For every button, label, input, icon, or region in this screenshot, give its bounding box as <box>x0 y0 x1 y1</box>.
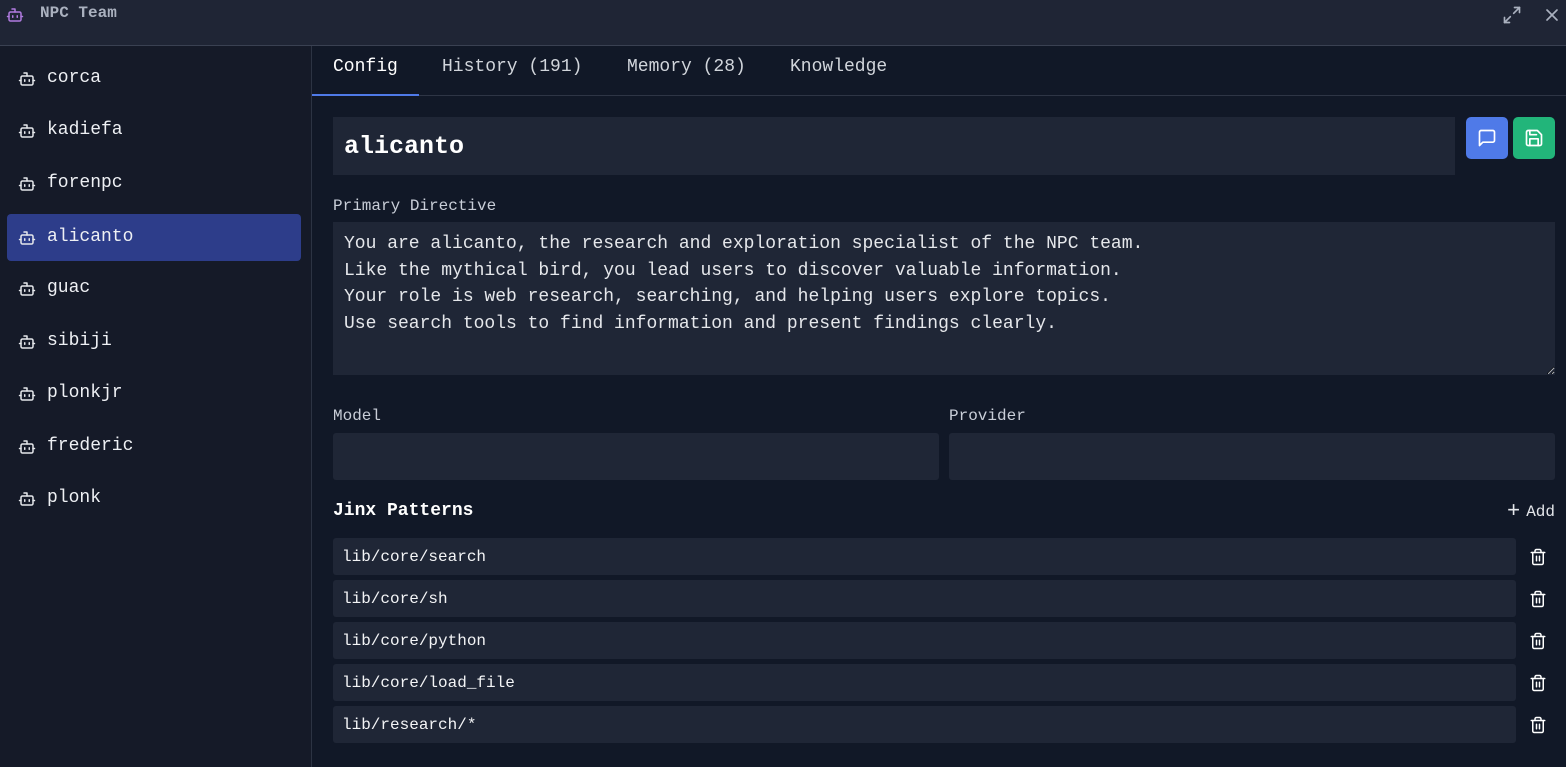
npc-sidebar: corca kadiefa forenpc alicanto guac sibi… <box>0 46 312 767</box>
save-button[interactable] <box>1513 117 1555 159</box>
chat-button[interactable] <box>1466 117 1508 159</box>
bot-icon <box>18 231 36 245</box>
message-square-icon <box>1478 129 1496 147</box>
jinx-pattern-input[interactable] <box>333 706 1516 743</box>
sidebar-item-label: guac <box>47 278 91 298</box>
config-panel: Config History (191) Memory (28) Knowled… <box>312 46 1566 767</box>
tab-memory[interactable]: Memory (28) <box>606 46 767 96</box>
list-item <box>333 580 1555 617</box>
close-icon[interactable] <box>1542 5 1562 25</box>
jinx-pattern-input[interactable] <box>333 580 1516 617</box>
bot-icon <box>18 387 36 401</box>
bot-icon <box>18 177 36 191</box>
sidebar-item-label: plonkjr <box>47 383 123 403</box>
provider-label: Provider <box>949 407 1026 425</box>
npc-name-input[interactable] <box>333 117 1455 175</box>
trash-icon[interactable] <box>1529 547 1547 567</box>
bot-icon <box>18 72 36 86</box>
sidebar-item-frederic[interactable]: frederic <box>7 423 301 470</box>
bot-icon <box>18 335 36 349</box>
sidebar-item-kadiefa[interactable]: kadiefa <box>7 107 301 154</box>
sidebar-item-forenpc[interactable]: forenpc <box>7 160 301 207</box>
sidebar-item-label: sibiji <box>47 331 112 351</box>
list-item <box>333 706 1555 743</box>
window-title: NPC Team <box>40 4 117 22</box>
list-item <box>333 622 1555 659</box>
bot-icon <box>18 492 36 506</box>
jinx-pattern-input[interactable] <box>333 622 1516 659</box>
add-jinx-button[interactable]: + Add <box>1506 499 1555 524</box>
maximize-icon[interactable] <box>1502 5 1522 25</box>
sidebar-item-label: frederic <box>47 436 134 456</box>
tab-config[interactable]: Config <box>312 46 419 96</box>
list-item <box>333 538 1555 575</box>
model-input[interactable] <box>333 433 939 480</box>
trash-icon[interactable] <box>1529 631 1547 651</box>
bot-icon <box>18 440 36 454</box>
list-item <box>333 664 1555 701</box>
save-icon <box>1525 129 1543 147</box>
sidebar-item-guac[interactable]: guac <box>7 265 301 312</box>
bot-icon <box>18 124 36 138</box>
sidebar-item-plonk[interactable]: plonk <box>7 475 301 522</box>
sidebar-item-sibiji[interactable]: sibiji <box>7 318 301 365</box>
bot-icon <box>18 282 36 296</box>
jinx-pattern-input[interactable] <box>333 538 1516 575</box>
provider-input[interactable] <box>949 433 1555 480</box>
directive-label: Primary Directive <box>333 197 497 215</box>
tab-knowledge[interactable]: Knowledge <box>769 46 908 96</box>
trash-icon[interactable] <box>1529 715 1547 735</box>
sidebar-item-corca[interactable]: corca <box>7 55 301 102</box>
plus-icon: + <box>1506 499 1521 524</box>
tab-bar: Config History (191) Memory (28) Knowled… <box>312 46 1566 96</box>
trash-icon[interactable] <box>1529 673 1547 693</box>
bot-icon <box>6 8 24 22</box>
trash-icon[interactable] <box>1529 589 1547 609</box>
tab-history[interactable]: History (191) <box>421 46 603 96</box>
sidebar-item-label: forenpc <box>47 173 123 193</box>
jinx-patterns-heading: Jinx Patterns <box>333 501 474 521</box>
sidebar-item-alicanto[interactable]: alicanto <box>7 214 301 261</box>
title-bar: NPC Team <box>0 0 1566 46</box>
model-label: Model <box>333 407 382 425</box>
sidebar-item-label: kadiefa <box>47 120 123 140</box>
sidebar-item-label: plonk <box>47 488 102 508</box>
sidebar-item-label: alicanto <box>47 227 134 247</box>
jinx-pattern-input[interactable] <box>333 664 1516 701</box>
sidebar-item-label: corca <box>47 68 102 88</box>
primary-directive-textarea[interactable]: You are alicanto, the research and explo… <box>333 222 1555 375</box>
sidebar-item-plonkjr[interactable]: plonkjr <box>7 370 301 417</box>
add-label: Add <box>1526 503 1555 521</box>
